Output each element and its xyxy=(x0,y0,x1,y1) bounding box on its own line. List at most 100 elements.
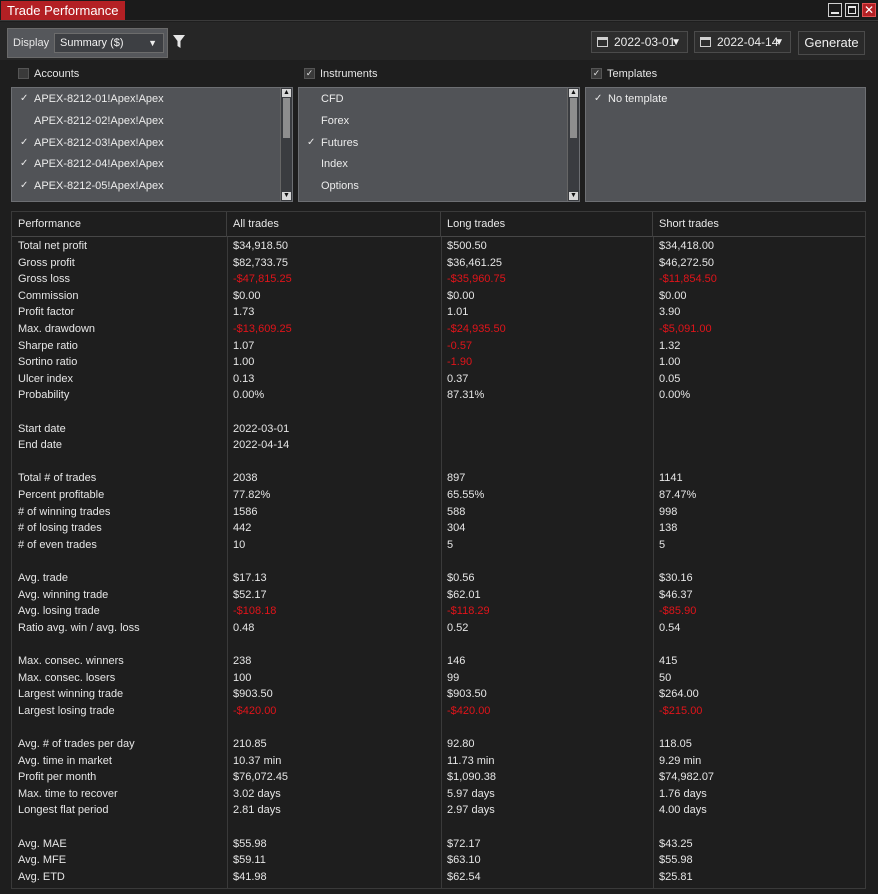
scroll-thumb[interactable] xyxy=(570,98,577,138)
scroll-down-icon[interactable]: ▼ xyxy=(569,192,578,200)
minimize-icon[interactable] xyxy=(828,3,842,17)
table-row: Sharpe ratio 1.07 -0.57 1.32 xyxy=(12,338,865,355)
check-icon[interactable]: ✓ xyxy=(20,155,28,173)
cell-short: 998 xyxy=(659,505,678,518)
row-label: Profit factor xyxy=(18,306,75,319)
scroll-down-icon[interactable]: ▼ xyxy=(282,192,291,200)
cell-all: $903.50 xyxy=(233,688,273,701)
check-icon[interactable]: ✓ xyxy=(594,90,602,108)
table-row: Gross loss -$47,815.25 -$35,960.75 -$11,854… xyxy=(12,271,865,288)
cell-short: $34,418.00 xyxy=(659,240,715,252)
row-label: Ratio avg. win / avg. loss xyxy=(18,621,140,634)
table-row xyxy=(12,404,865,421)
row-label: Gross loss xyxy=(18,273,70,286)
row-label: Total net profit xyxy=(18,240,88,252)
cell-short: $46.37 xyxy=(659,588,693,601)
row-label: Sharpe ratio xyxy=(18,339,78,352)
instrument-item-label: Index xyxy=(321,158,348,171)
cell-long: 87.31% xyxy=(447,389,485,402)
templates-checkbox[interactable]: ✓ xyxy=(591,68,602,79)
display-label: Display xyxy=(13,37,50,49)
account-list-item[interactable]: APEX-8212-02!Apex!Apex xyxy=(12,112,164,130)
check-icon[interactable]: ✓ xyxy=(307,134,315,152)
display-group: Display Summary ($) ▼ xyxy=(7,28,168,58)
generate-button[interactable]: Generate xyxy=(798,31,865,55)
accounts-scrollbar[interactable]: ▲ ▼ xyxy=(280,88,292,201)
row-label: Avg. trade xyxy=(18,572,68,584)
toolbar: Display Summary ($) ▼ 2022-03-01 ▼ 2022-… xyxy=(0,22,878,60)
account-list-item[interactable]: ✓ APEX-8212-01!Apex!Apex xyxy=(12,90,164,108)
instruments-checkbox[interactable]: ✓ xyxy=(304,68,315,79)
instrument-list-item[interactable]: CFD xyxy=(299,90,344,108)
start-date-picker[interactable]: 2022-03-01 ▼ xyxy=(591,31,688,53)
close-icon[interactable]: ✕ xyxy=(862,3,876,17)
maximize-icon[interactable] xyxy=(845,3,859,17)
cell-long: $500.50 xyxy=(447,240,487,252)
instrument-list-item[interactable]: Forex xyxy=(299,112,349,130)
templates-header[interactable]: ✓ Templates xyxy=(591,66,657,82)
check-icon[interactable]: ✓ xyxy=(20,134,28,152)
instruments-scrollbar[interactable]: ▲ ▼ xyxy=(567,88,579,201)
check-icon[interactable]: ✓ xyxy=(20,177,28,195)
filter-icon[interactable] xyxy=(173,35,185,49)
table-row xyxy=(12,636,865,653)
row-label: Profit per month xyxy=(18,771,97,784)
instrument-list-item[interactable]: ✓ Futures xyxy=(299,134,358,152)
instrument-list-item[interactable]: Options xyxy=(299,177,359,195)
cell-all: $76,072.45 xyxy=(233,771,289,784)
scroll-thumb[interactable] xyxy=(283,98,290,138)
instrument-item-label: Forex xyxy=(321,114,350,127)
account-list-item[interactable]: ✓ APEX-8212-03!Apex!Apex xyxy=(12,134,164,152)
row-label: Sortino ratio xyxy=(18,356,78,369)
cell-short: $264.00 xyxy=(659,688,699,701)
end-date-picker[interactable]: 2022-04-14 ▼ xyxy=(694,31,791,53)
instruments-header[interactable]: ✓ Instruments xyxy=(304,66,377,82)
cell-short: $74,982.07 xyxy=(659,771,715,784)
cell-short: 1.76 days xyxy=(659,787,707,800)
instrument-list-item[interactable]: Stocks xyxy=(299,199,354,201)
table-row: Percent profitable 77.82% 65.55% 87.47% xyxy=(12,487,865,504)
row-label: Max. drawdown xyxy=(18,323,96,335)
cell-all xyxy=(227,719,441,736)
template-list-item[interactable]: ✓ No template xyxy=(586,90,667,108)
display-select[interactable]: Summary ($) ▼ xyxy=(54,33,164,53)
cell-all: -$108.18 xyxy=(233,605,277,618)
check-icon[interactable]: ✓ xyxy=(20,90,28,108)
column-header-short-trades[interactable]: Short trades xyxy=(653,212,865,237)
cell-short xyxy=(653,636,865,653)
instrument-item-label: Options xyxy=(321,180,359,193)
accounts-header[interactable]: Accounts xyxy=(18,66,79,82)
row-label: Total # of trades xyxy=(18,472,97,485)
accounts-checkbox[interactable] xyxy=(18,68,29,79)
account-list-item[interactable]: ✓ APEX-8212-04!Apex!Apex xyxy=(12,155,164,173)
cell-all: 442 xyxy=(233,522,252,535)
calendar-icon xyxy=(597,37,608,47)
account-list-item[interactable]: ✓ APEX-8212-05!Apex!Apex xyxy=(12,177,164,195)
table-row: Total # of trades 2038 897 1141 xyxy=(12,470,865,487)
column-header-long-trades[interactable]: Long trades xyxy=(441,212,653,237)
cell-long xyxy=(441,454,653,471)
cell-long: $0.56 xyxy=(447,572,475,584)
instruments-label: Instruments xyxy=(320,68,378,80)
cell-all: -$420.00 xyxy=(233,704,277,717)
scroll-up-icon[interactable]: ▲ xyxy=(569,89,578,97)
cell-short xyxy=(653,553,865,570)
table-row: # of even trades 10 5 5 xyxy=(12,537,865,554)
column-header-all-trades[interactable]: All trades xyxy=(227,212,441,237)
cell-short xyxy=(653,421,865,438)
cell-long: $62.54 xyxy=(447,870,481,883)
row-label: Avg. losing trade xyxy=(18,605,100,618)
chevron-down-icon: ▼ xyxy=(774,37,784,48)
column-header-performance[interactable]: Performance xyxy=(12,212,227,237)
scroll-up-icon[interactable]: ▲ xyxy=(282,89,291,97)
cell-short: -$5,091.00 xyxy=(659,323,712,335)
instrument-list-item[interactable]: Index xyxy=(299,155,348,173)
row-label: Avg. ETD xyxy=(18,870,65,883)
cell-all: 0.48 xyxy=(233,621,255,634)
table-row: # of losing trades 442 304 138 xyxy=(12,520,865,537)
table-row: Avg. ETD $41.98 $62.54 $25.81 xyxy=(12,869,865,886)
table-row: Avg. time in market 10.37 min 11.73 min 9.2… xyxy=(12,753,865,770)
cell-long: 0.52 xyxy=(447,621,469,634)
cell-all: 1.00 xyxy=(233,356,255,369)
cell-long: 2.97 days xyxy=(447,804,495,817)
